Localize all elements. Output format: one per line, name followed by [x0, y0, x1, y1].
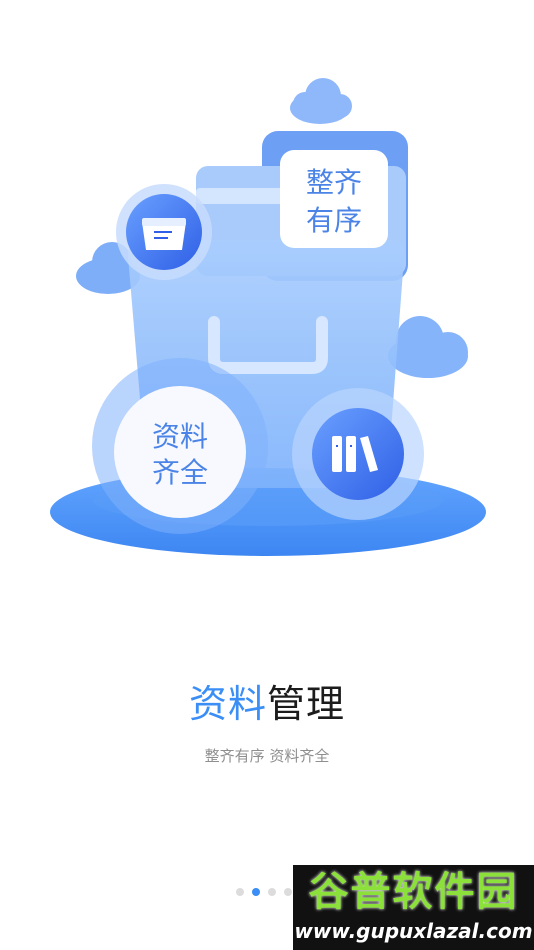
pager-dot-active[interactable]: [252, 888, 260, 896]
page-title-rest: 管理: [267, 682, 346, 726]
bubble-left-line1: 资料: [152, 420, 208, 453]
cloud-right: [388, 316, 468, 378]
note-card-line1: 整齐: [306, 166, 362, 199]
cloud-top: [290, 78, 352, 124]
pager-dot[interactable]: [268, 888, 276, 896]
pager-dot[interactable]: [236, 888, 244, 896]
page-title: 资料管理: [0, 676, 534, 732]
folder-box-icon: [142, 218, 186, 250]
page-title-accent: 资料: [188, 682, 267, 726]
pager-dot[interactable]: [284, 888, 292, 896]
watermark-brand: 谷普软件园: [308, 869, 519, 915]
page-subtitle: 整齐有序 资料齐全: [204, 747, 330, 765]
books-ball: [312, 408, 404, 500]
bubble-left-line2: 齐全: [152, 456, 208, 489]
watermark-logo: 谷普软件园 www.gupuxlazal.com: [293, 865, 534, 950]
note-card-line2: 有序: [306, 204, 362, 237]
pager-dots: [236, 888, 292, 896]
watermark-url: www.gupuxlazal.com: [294, 919, 533, 943]
hero-illustration: 整齐 有序 资料 齐全: [0, 0, 534, 600]
